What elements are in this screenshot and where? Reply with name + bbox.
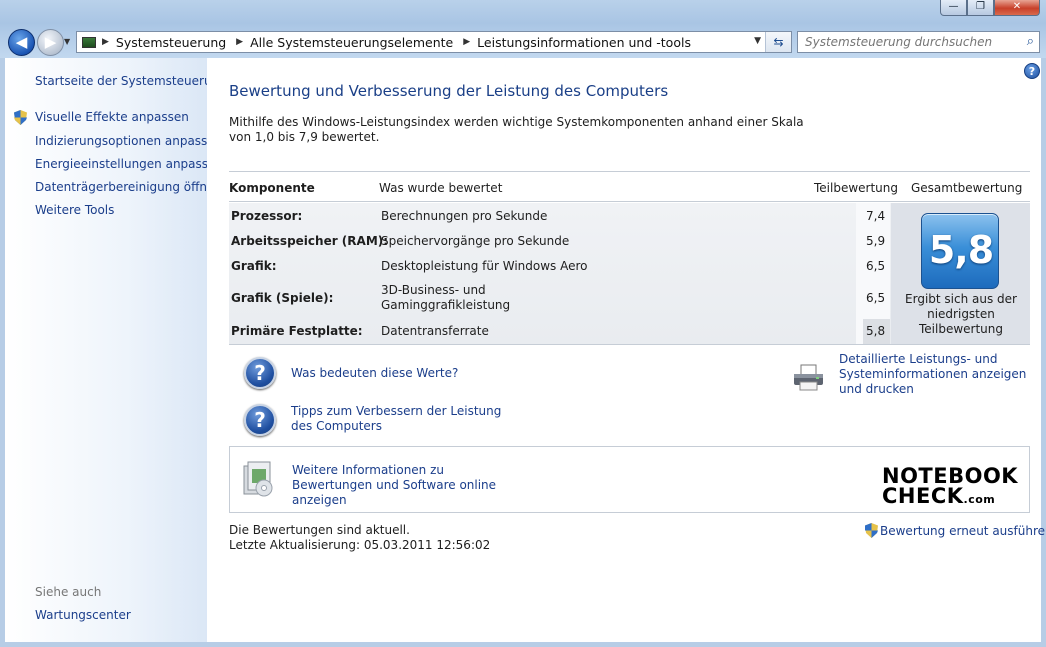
- table-row-score: 5,9: [866, 234, 886, 248]
- table-row-rated: Speichervorgänge pro Sekunde: [381, 234, 570, 248]
- table-row-rated: Datentransferrate: [381, 324, 489, 338]
- table-divider: [229, 344, 1030, 345]
- logo-suffix: .com: [963, 493, 996, 506]
- header-rated: Was wurde bewertet: [379, 181, 503, 195]
- sidebar-item-visual-effects[interactable]: Visuelle Effekte anpassen: [35, 110, 189, 124]
- breadcrumb-chevron-icon[interactable]: ▶: [236, 37, 243, 47]
- breadcrumb-chevron-icon[interactable]: ▶: [463, 37, 470, 47]
- close-button[interactable]: ✕: [994, 0, 1040, 16]
- status-current: Die Bewertungen sind aktuell.: [229, 523, 410, 537]
- search-icon[interactable]: ⌕: [1027, 34, 1034, 49]
- table-row-component: Primäre Festplatte:: [231, 324, 363, 338]
- help-icon[interactable]: ?: [1024, 63, 1040, 79]
- table-row-rated: 3D-Business- und Gaminggrafikleistung: [381, 283, 511, 312]
- sidebar-item-home[interactable]: Startseite der Systemsteuerung: [35, 74, 227, 88]
- base-score-caption: Ergibt sich aus der niedrigsten Teilbewe…: [905, 292, 1017, 336]
- table-row-component: Arbeitsspeicher (RAM):: [231, 234, 389, 248]
- printer-icon[interactable]: [792, 364, 825, 392]
- base-score-value: 5,8: [928, 228, 994, 272]
- window-border-bottom: [0, 642, 1046, 647]
- sidebar: Startseite der Systemsteuerung Visuelle …: [5, 58, 227, 642]
- address-bar[interactable]: ▶ Systemsteuerung ▶ Alle Systemsteuerung…: [76, 31, 792, 53]
- sidebar-item-more-tools[interactable]: Weitere Tools: [35, 203, 114, 217]
- table-row-score: 6,5: [866, 291, 886, 305]
- base-score-badge: 5,8: [921, 213, 999, 289]
- logo-line-1: NOTEBOOK: [882, 464, 1019, 488]
- maximize-button[interactable]: ❐: [967, 0, 994, 16]
- online-info-link[interactable]: Weitere Informationen zu Bewertungen und…: [292, 463, 522, 508]
- table-row-score: 6,5: [866, 259, 886, 273]
- minimize-button[interactable]: —: [940, 0, 967, 16]
- breadcrumb-alle-elemente[interactable]: Alle Systemsteuerungselemente: [250, 35, 453, 50]
- control-panel-icon: [82, 36, 96, 48]
- header-component: Komponente: [229, 181, 315, 195]
- sidebar-item-action-center[interactable]: Wartungscenter: [35, 608, 131, 622]
- detailed-info-link[interactable]: Detaillierte Leistungs- und Systeminform…: [839, 352, 1035, 397]
- header-subscore: Teilbewertung: [814, 181, 899, 195]
- tips-improve-link[interactable]: Tipps zum Verbessern der Leistung des Co…: [291, 404, 511, 434]
- see-also-heading: Siehe auch: [35, 585, 102, 599]
- header-basescore: Gesamtbewertung: [911, 181, 1023, 195]
- rerun-assessment-link[interactable]: Bewertung erneut ausführen: [865, 523, 1046, 538]
- window-controls: — ❐ ✕: [940, 0, 1040, 16]
- page-description: Mithilfe des Windows-Leistungsindex werd…: [229, 115, 804, 144]
- table-row-component: Grafik:: [231, 259, 277, 273]
- forward-button[interactable]: ▶: [37, 29, 64, 56]
- uac-shield-icon: [14, 110, 27, 125]
- table-row-component: Grafik (Spiele):: [231, 291, 334, 305]
- online-info-box: Weitere Informationen zu Bewertungen und…: [229, 446, 1030, 513]
- table-row-component: Prozessor:: [231, 209, 303, 223]
- sidebar-item-disk-cleanup[interactable]: Datenträgerbereinigung öffnen: [35, 180, 222, 194]
- back-button[interactable]: ◀: [8, 29, 35, 56]
- table-row-score: 7,4: [866, 209, 886, 223]
- breadcrumb-systemsteuerung[interactable]: Systemsteuerung: [116, 35, 226, 50]
- search-box[interactable]: ⌕: [797, 31, 1040, 53]
- logo-check: CHECK: [882, 484, 964, 508]
- table-divider: [229, 171, 1030, 172]
- notebookcheck-logo: NOTEBOOK CHECK.com: [882, 466, 1025, 510]
- logo-line-2: CHECK.com: [882, 486, 1025, 510]
- what-do-scores-mean-link[interactable]: Was bedeuten diese Werte?: [291, 366, 458, 381]
- sidebar-item-power[interactable]: Energieeinstellungen anpassen: [35, 157, 223, 171]
- breadcrumb-leistungsinformationen[interactable]: Leistungsinformationen und -tools: [477, 35, 691, 50]
- rerun-label[interactable]: Bewertung erneut ausführen: [880, 524, 1046, 538]
- history-dropdown-icon[interactable]: ▼: [64, 37, 70, 46]
- breadcrumb-chevron-icon[interactable]: ▶: [102, 37, 109, 47]
- refresh-icon[interactable]: ⇆: [765, 32, 791, 52]
- table-row-rated: Desktopleistung für Windows Aero: [381, 259, 588, 273]
- address-dropdown-icon[interactable]: ▼: [754, 36, 761, 46]
- sidebar-item-indexing[interactable]: Indizierungsoptionen anpassen: [35, 134, 222, 148]
- search-input[interactable]: [798, 32, 1008, 52]
- software-package-icon: [243, 461, 273, 497]
- table-row-score: 5,8: [866, 324, 886, 338]
- page-title: Bewertung und Verbesserung der Leistung …: [229, 82, 669, 100]
- question-icon[interactable]: ?: [244, 357, 276, 389]
- main-content: ? Bewertung und Verbesserung der Leistun…: [207, 58, 1046, 642]
- status-last-update: Letzte Aktualisierung: 05.03.2011 12:56:…: [229, 538, 491, 552]
- table-divider: [229, 201, 1030, 202]
- status-text: Die Bewertungen sind aktuell. Letzte Akt…: [229, 523, 490, 553]
- window-border-right: [1041, 58, 1046, 642]
- uac-shield-icon: [865, 523, 878, 538]
- question-icon[interactable]: ?: [244, 404, 276, 436]
- table-row-rated: Berechnungen pro Sekunde: [381, 209, 548, 223]
